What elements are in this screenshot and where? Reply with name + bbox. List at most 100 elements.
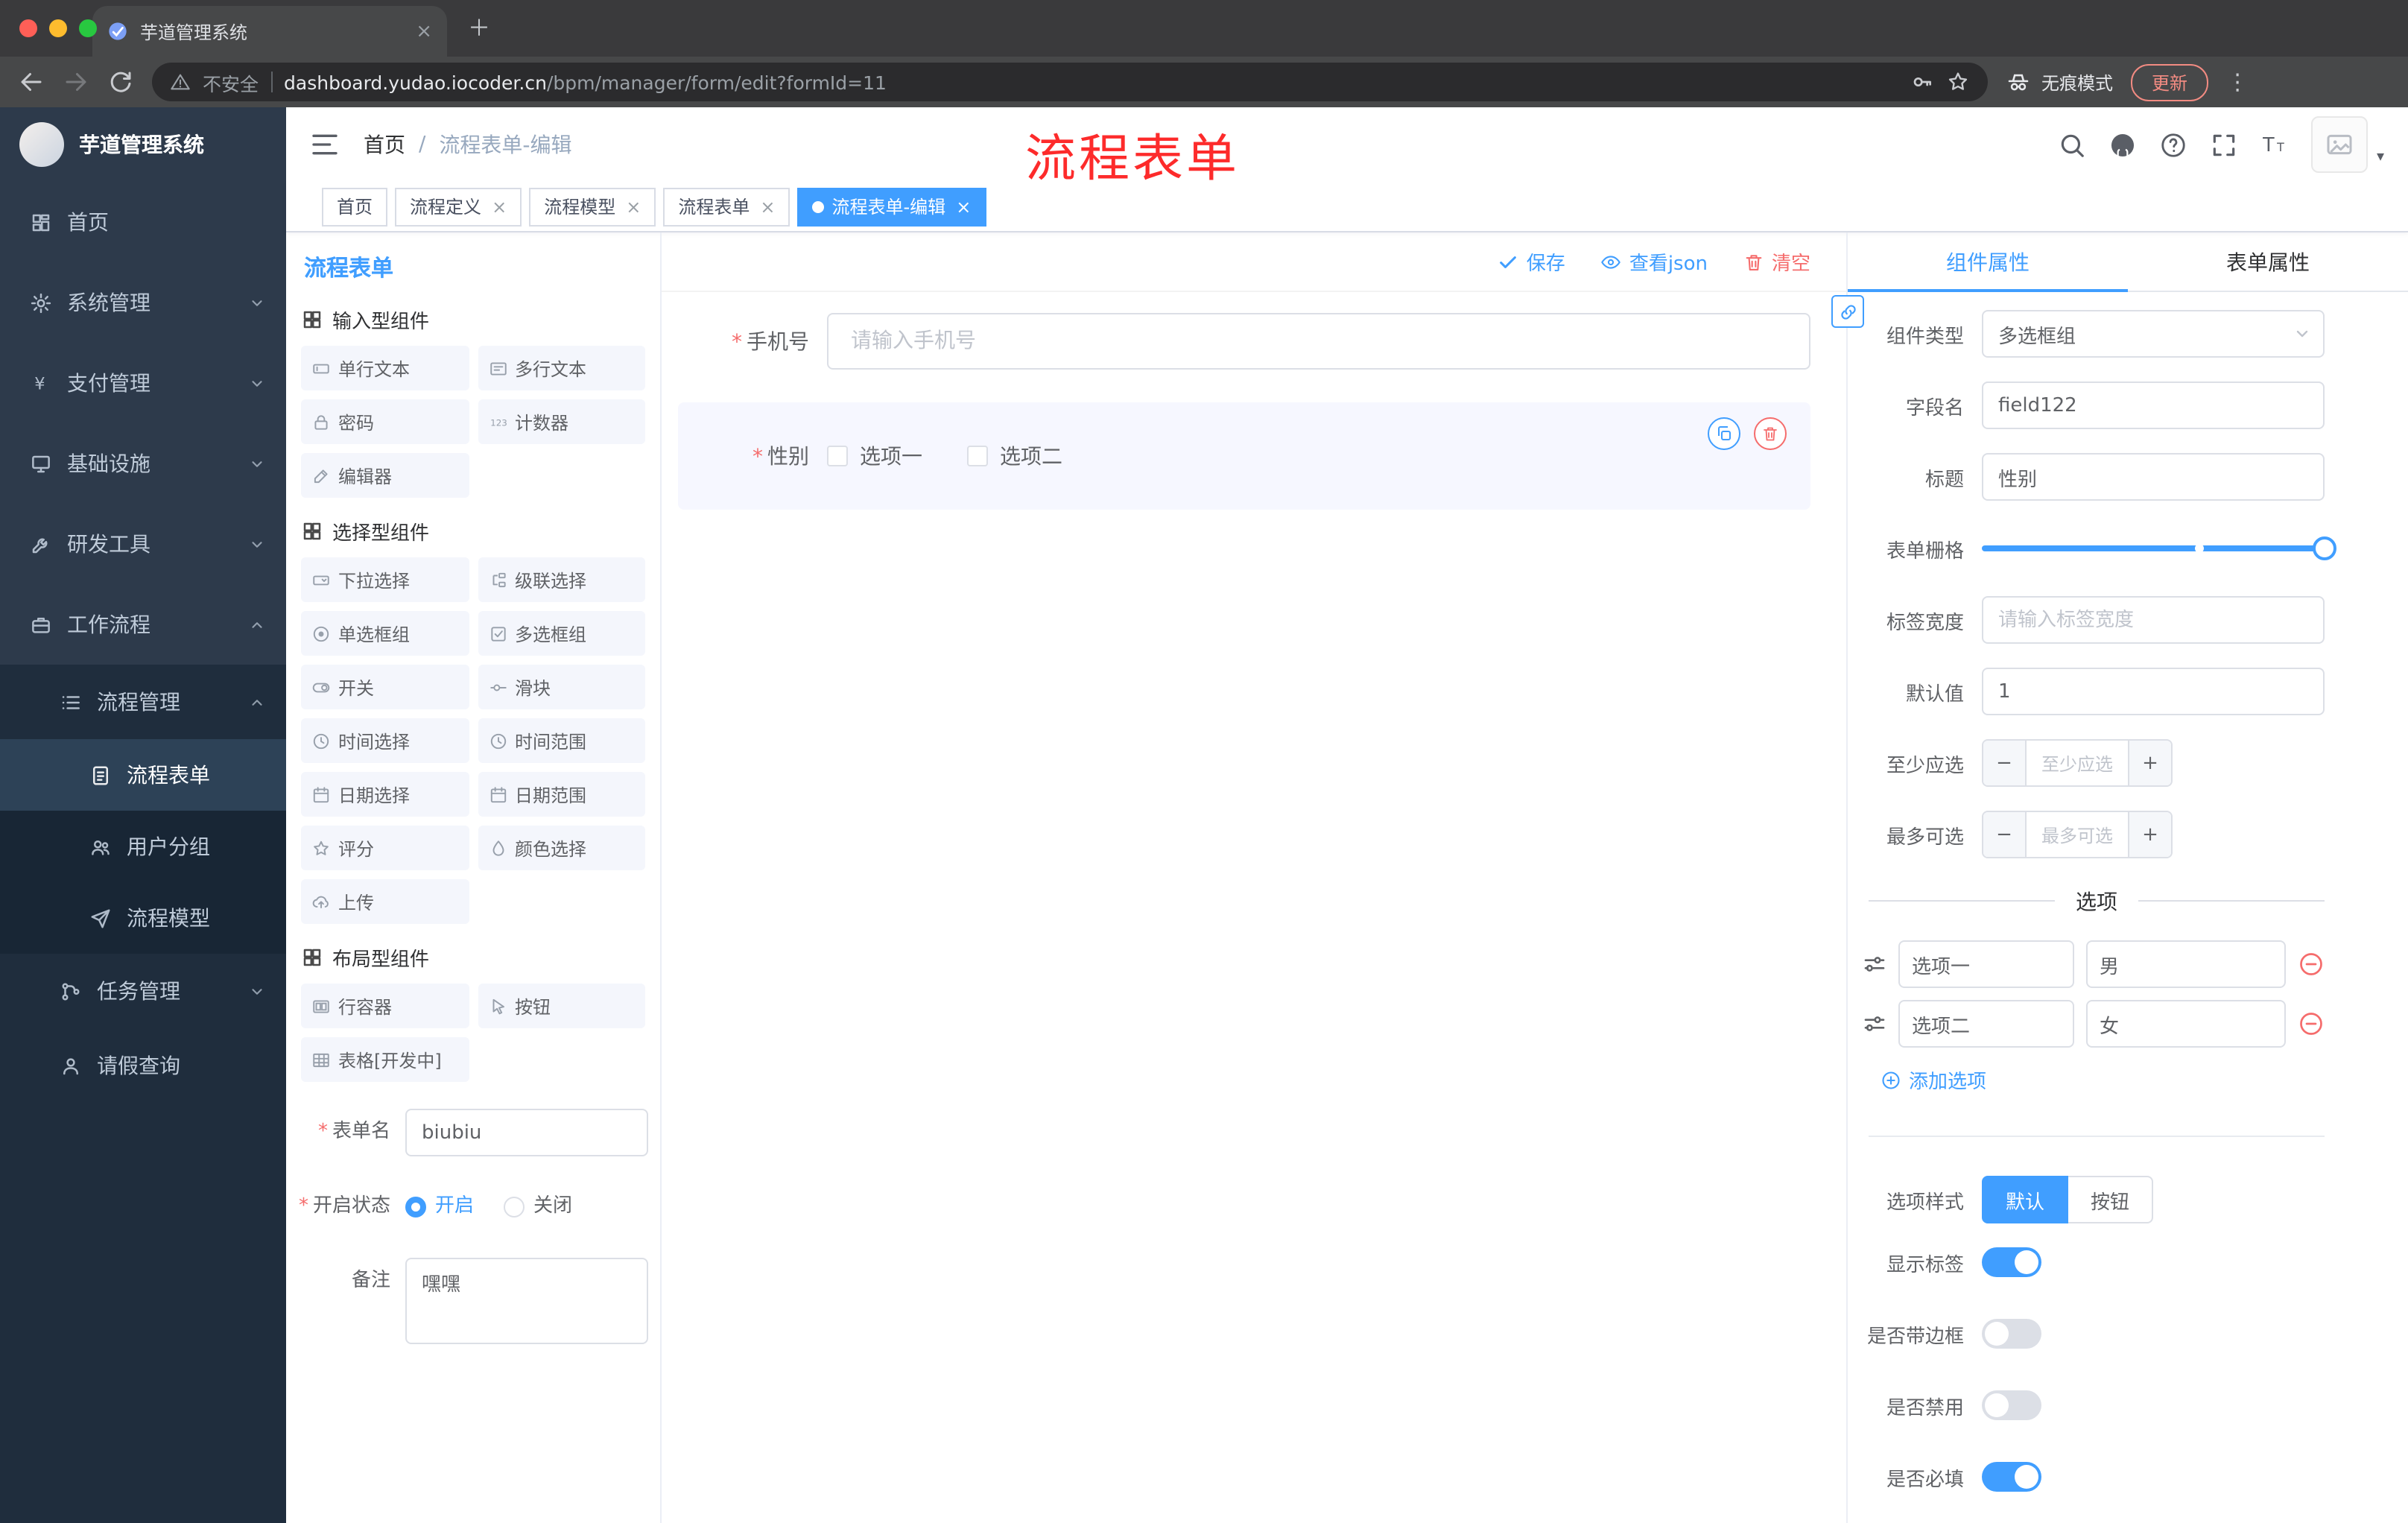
sidebar-item-process-model[interactable]: 流程模型 [0, 882, 286, 954]
copy-component-button[interactable] [1708, 417, 1740, 450]
clear-button[interactable]: 清空 [1743, 247, 1810, 276]
palette-item-time-range[interactable]: 时间范围 [478, 718, 645, 763]
security-label[interactable]: 不安全 [203, 68, 259, 96]
tag-close-icon[interactable]: × [956, 196, 971, 217]
stepper-decrease-button[interactable]: − [1983, 741, 2027, 785]
sidebar-item-leave-query[interactable]: 请假查询 [0, 1028, 286, 1103]
option-value-input[interactable] [2086, 940, 2286, 988]
border-switch[interactable] [1982, 1319, 2041, 1349]
phone-input[interactable] [827, 313, 1810, 370]
palette-item-switch[interactable]: 开关 [301, 665, 469, 709]
fullscreen-icon[interactable] [2210, 130, 2238, 159]
avatar[interactable] [2310, 116, 2368, 173]
form-remark-textarea[interactable]: 嘿嘿 [405, 1258, 648, 1344]
form-name-input[interactable] [405, 1109, 648, 1156]
sidebar-item-devtools[interactable]: 研发工具 [0, 504, 286, 584]
sidebar-item-process-form[interactable]: 流程表单 [0, 739, 286, 811]
sidebar-item-process-management[interactable]: 流程管理 [0, 665, 286, 739]
palette-item-password[interactable]: 密码 [301, 399, 469, 444]
help-icon[interactable] [2159, 130, 2187, 159]
style-button-button[interactable]: 按钮 [2068, 1176, 2154, 1223]
url-text[interactable]: dashboard.yudao.iocoder.cn/bpm/manager/f… [284, 71, 887, 93]
tag-close-icon[interactable]: × [760, 196, 775, 217]
tag-process-definition[interactable]: 流程定义 × [395, 187, 522, 226]
delete-component-button[interactable] [1754, 417, 1787, 450]
option-drag-icon[interactable] [1863, 1012, 1886, 1036]
palette-item-cascader[interactable]: 级联选择 [478, 557, 645, 602]
stepper-increase-button[interactable]: + [2128, 812, 2171, 857]
font-size-icon[interactable] [2260, 130, 2289, 159]
save-button[interactable]: 保存 [1498, 247, 1565, 276]
stepper-decrease-button[interactable]: − [1983, 812, 2027, 857]
sidebar-item-workflow[interactable]: 工作流程 [0, 584, 286, 665]
gender-checkbox-1[interactable] [827, 446, 848, 466]
status-radio-off[interactable]: 关闭 [504, 1183, 572, 1231]
password-key-icon[interactable] [1910, 70, 1934, 94]
forward-icon[interactable] [63, 69, 89, 95]
field-name-input[interactable] [1982, 381, 2325, 429]
required-switch[interactable] [1982, 1462, 2041, 1492]
palette-item-counter[interactable]: 计数器 [478, 399, 645, 444]
status-radio-on[interactable]: 开启 [405, 1183, 474, 1231]
option-drag-icon[interactable] [1863, 952, 1886, 976]
palette-item-select[interactable]: 下拉选择 [301, 557, 469, 602]
tag-process-form[interactable]: 流程表单 × [663, 187, 790, 226]
label-width-input[interactable] [1982, 596, 2325, 644]
search-icon[interactable] [2058, 130, 2086, 159]
back-icon[interactable] [18, 69, 45, 95]
sidebar-item-task-management[interactable]: 任务管理 [0, 954, 286, 1028]
palette-item-single-text[interactable]: 单行文本 [301, 346, 469, 390]
tag-home[interactable]: 首页 [322, 187, 388, 226]
tab-component-props[interactable]: 组件属性 [1848, 232, 2128, 292]
browser-tab[interactable]: 芋道管理系统 × [92, 6, 447, 57]
link-field-button[interactable] [1831, 295, 1864, 328]
sidebar-item-payment[interactable]: 支付管理 [0, 343, 286, 423]
tag-close-icon[interactable]: × [492, 196, 507, 217]
title-input[interactable] [1982, 453, 2325, 501]
style-default-button[interactable]: 默认 [1982, 1176, 2069, 1223]
min-select-value[interactable]: 至少应选 [2027, 741, 2128, 785]
hamburger-icon[interactable] [310, 130, 340, 159]
palette-item-checkbox-group[interactable]: 多选框组 [478, 611, 645, 656]
tag-process-form-edit[interactable]: 流程表单-编辑 × [797, 187, 986, 226]
tag-process-model[interactable]: 流程模型 × [529, 187, 656, 226]
palette-item-slider[interactable]: 滑块 [478, 665, 645, 709]
option-label-input[interactable] [1898, 940, 2074, 988]
sidebar-item-system[interactable]: 系统管理 [0, 262, 286, 343]
reload-icon[interactable] [107, 69, 134, 95]
option-remove-icon[interactable] [2298, 1010, 2325, 1037]
option-label-input[interactable] [1898, 1000, 2074, 1048]
palette-item-editor[interactable]: 编辑器 [301, 453, 469, 498]
palette-item-table[interactable]: 表格[开发中] [301, 1037, 469, 1082]
tab-close-icon[interactable]: × [416, 20, 432, 42]
palette-item-radio-group[interactable]: 单选框组 [301, 611, 469, 656]
tab-form-props[interactable]: 表单属性 [2128, 232, 2408, 291]
form-grid-slider[interactable] [1982, 525, 2336, 572]
max-select-value[interactable]: 最多可选 [2027, 812, 2128, 857]
sidebar-item-infra[interactable]: 基础设施 [0, 423, 286, 504]
option-remove-icon[interactable] [2298, 951, 2325, 978]
palette-item-row-container[interactable]: 行容器 [301, 984, 469, 1028]
default-value-input[interactable] [1982, 668, 2325, 715]
gender-checkbox-2[interactable] [967, 446, 988, 466]
sidebar-item-home[interactable]: 首页 [0, 182, 286, 262]
address-bar[interactable]: 不安全 dashboard.yudao.iocoder.cn/bpm/manag… [152, 63, 1988, 101]
breadcrumb-home[interactable]: 首页 [364, 130, 405, 159]
sidebar-item-user-groups[interactable]: 用户分组 [0, 811, 286, 882]
add-option-button[interactable]: 添加选项 [1881, 1066, 2325, 1094]
bookmark-star-icon[interactable] [1946, 70, 1970, 94]
window-close-button[interactable] [19, 19, 37, 37]
slider-handle[interactable] [2313, 536, 2336, 560]
palette-item-multi-text[interactable]: 多行文本 [478, 346, 645, 390]
component-type-select[interactable]: 多选框组 [1982, 310, 2325, 358]
palette-item-rate[interactable]: 评分 [301, 826, 469, 870]
disabled-switch[interactable] [1982, 1390, 2041, 1420]
palette-item-date-range[interactable]: 日期范围 [478, 772, 645, 817]
slider-track[interactable] [1982, 536, 2336, 560]
app-logo[interactable]: 芋道管理系统 [0, 107, 286, 182]
palette-item-date-picker[interactable]: 日期选择 [301, 772, 469, 817]
selected-component-gender[interactable]: * 性别 选项一 选项二 [678, 402, 1810, 510]
palette-item-time-picker[interactable]: 时间选择 [301, 718, 469, 763]
palette-item-upload[interactable]: 上传 [301, 879, 469, 924]
phone-field-row[interactable]: * 手机号 [678, 313, 1810, 370]
